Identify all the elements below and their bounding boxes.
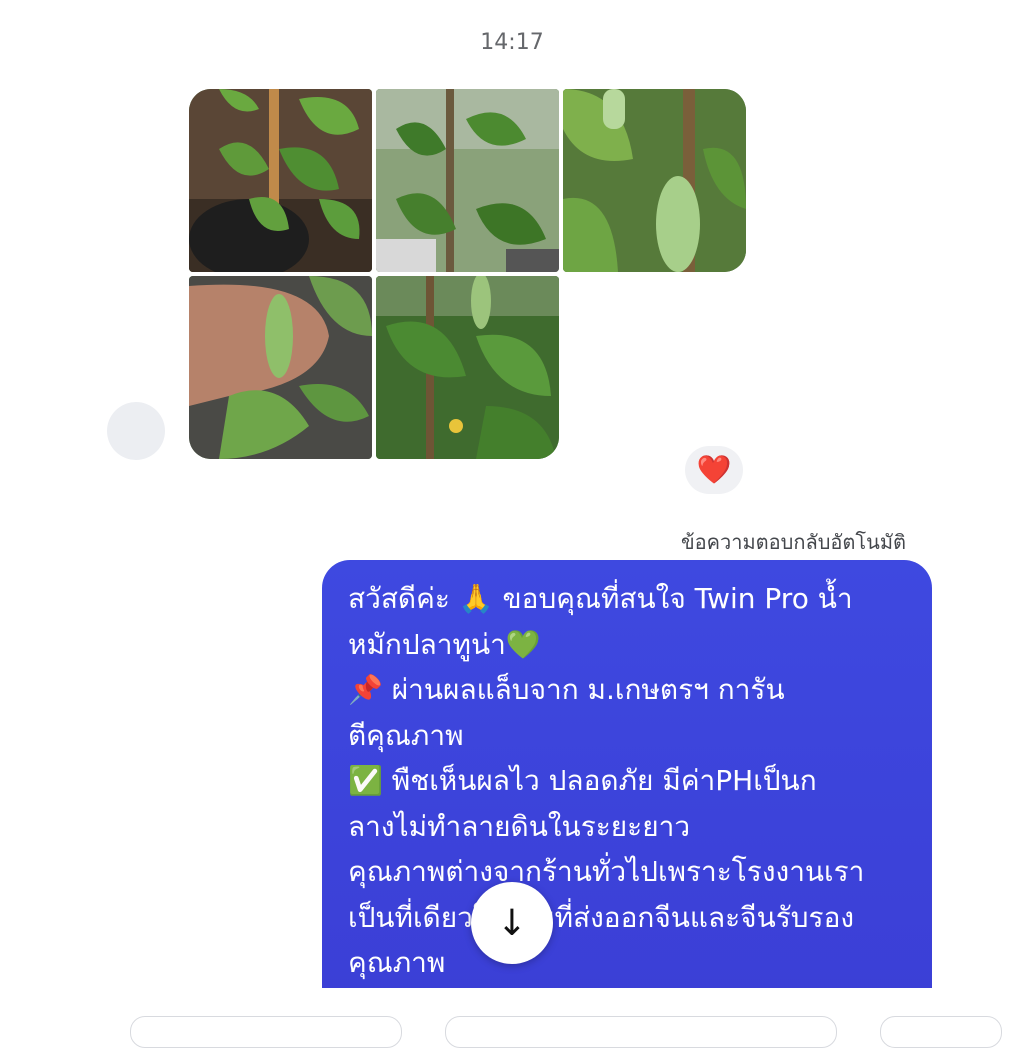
photo-cucumber-hanging[interactable] [563, 89, 746, 272]
photo-cucumber-vines-image [376, 89, 559, 272]
message-bubble[interactable]: สวัสดีค่ะ 🙏 ขอบคุณที่สนใจ Twin Pro น้ำ ห… [322, 560, 932, 1000]
photo-cucumber-in-hand[interactable] [189, 276, 372, 459]
photo-cucumber-in-hand-image [189, 276, 372, 459]
photo-cucumber-flowers-image [376, 276, 559, 459]
photo-cucumber-vines[interactable] [376, 89, 559, 272]
auto-reply-label: ข้อความตอบกลับอัตโนมัติ [680, 530, 906, 554]
photo-cucumber-flowers[interactable] [376, 276, 559, 459]
sender-avatar[interactable] [107, 402, 165, 460]
quick-reply-chip[interactable] [445, 1016, 837, 1048]
photo-cucumber-seedling-image [189, 89, 372, 272]
arrow-down-icon: ↓ [496, 902, 528, 944]
quick-reply-chip[interactable] [880, 1016, 1002, 1048]
quick-reply-chip[interactable] [130, 1016, 402, 1048]
photo-cucumber-hanging-image [563, 89, 746, 272]
scroll-to-bottom-button[interactable]: ↓ [471, 882, 553, 964]
heart-reaction-icon[interactable]: ❤️ [685, 446, 743, 494]
photo-cucumber-seedling[interactable] [189, 89, 372, 272]
message-text: สวัสดีค่ะ 🙏 ขอบคุณที่สนใจ Twin Pro น้ำ ห… [348, 582, 865, 979]
message-timestamp: 14:17 [480, 30, 544, 55]
